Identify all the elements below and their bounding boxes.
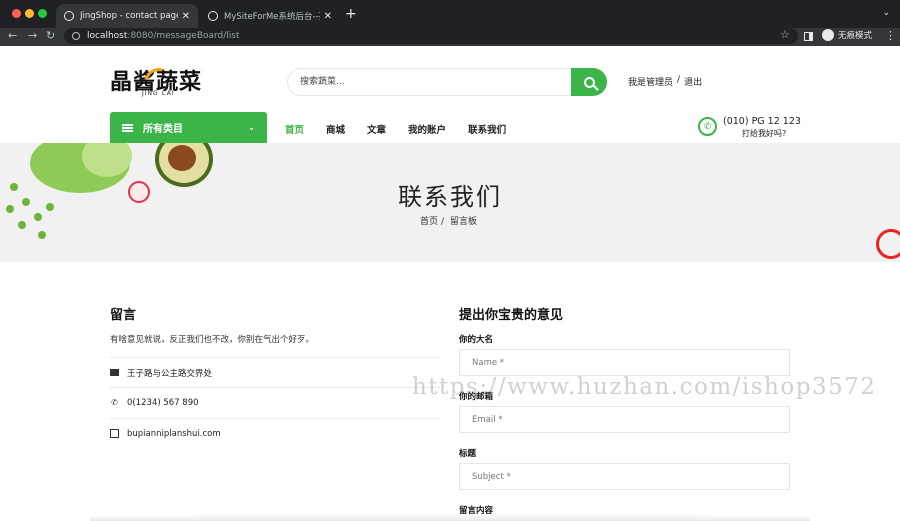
- admin-link[interactable]: 我是管理员: [628, 75, 673, 88]
- phone-text: 0(1234) 567 890: [127, 397, 199, 408]
- incognito-indicator[interactable]: 无痕模式: [822, 29, 872, 41]
- phone-icon: ✆: [111, 398, 118, 407]
- breadcrumb-home-link[interactable]: 首页: [420, 217, 438, 227]
- url-path: :8080/messageBoard/list: [127, 31, 240, 41]
- name-field[interactable]: [459, 349, 790, 376]
- chevron-down-icon: ⌄: [248, 123, 255, 132]
- subject-label: 标题: [459, 449, 477, 459]
- subject-field[interactable]: [459, 463, 790, 490]
- site-info-icon[interactable]: [72, 32, 80, 40]
- message-description: 有啥意见就说，反正我们也不改，你别在气出个好歹。: [110, 335, 315, 345]
- search-icon: [583, 76, 595, 88]
- breadcrumb: 首页 / 留言板: [0, 214, 900, 227]
- window-zoom-button[interactable]: [38, 9, 47, 18]
- logo-subtext: JING CAI: [142, 90, 175, 97]
- tab-title: MySiteForMe系统后台--孤独的: [224, 12, 320, 22]
- forward-button[interactable]: →: [28, 29, 37, 42]
- breadcrumb-separator: /: [440, 217, 445, 227]
- browser-menu-icon[interactable]: ⋮: [885, 29, 896, 42]
- watermark-text: https://www.huzhan.com/ishop3572: [412, 374, 877, 400]
- form-heading: 提出你宝贵的意见: [459, 308, 564, 323]
- breadcrumb-current: 留言板: [450, 217, 478, 227]
- browser-toolbar: ← → ↻ localhost :8080/messageBoard/list …: [0, 28, 900, 46]
- all-categories-button[interactable]: 所有类目 ⌄: [110, 112, 267, 143]
- incognito-label: 无痕模式: [838, 31, 873, 41]
- all-categories-label: 所有类目: [143, 124, 183, 135]
- browser-tab[interactable]: MySiteForMe系统后台--孤独的 ✕: [200, 4, 340, 28]
- house-icon: [110, 369, 119, 376]
- email-row: bupianniplanshui.com: [110, 418, 440, 448]
- address-text: 王子路与公主路交界处: [127, 368, 213, 379]
- nav-item-shop[interactable]: 商城: [326, 122, 345, 136]
- nav-item-account[interactable]: 我的账户: [408, 122, 446, 136]
- bookmark-star-icon[interactable]: ☆: [780, 28, 790, 41]
- user-links-separator: /: [677, 75, 681, 85]
- browser-tab-active[interactable]: JingShop - contact page ✕: [56, 4, 198, 28]
- site-logo[interactable]: 晶酱蔬菜 JING CAI: [110, 62, 202, 104]
- address-bar[interactable]: localhost :8080/messageBoard/list: [64, 28, 798, 44]
- search-button[interactable]: [571, 68, 607, 96]
- new-tab-button[interactable]: +: [345, 6, 357, 22]
- nav-item-home[interactable]: 首页: [285, 122, 304, 136]
- url-host: localhost: [87, 31, 128, 41]
- message-heading: 留言: [110, 308, 137, 323]
- back-button[interactable]: ←: [8, 29, 17, 42]
- hamburger-icon: [122, 123, 133, 132]
- window-minimize-button[interactable]: [25, 9, 34, 18]
- phone-subtitle: 打给我好吗?: [742, 129, 787, 138]
- logout-link[interactable]: 退出: [684, 75, 702, 88]
- tab-search-icon[interactable]: ⌄: [882, 8, 890, 18]
- phone-number: (010) PG 12 123: [723, 116, 801, 127]
- avocado-seed-image: [168, 145, 196, 171]
- bottom-shadow: [90, 514, 810, 521]
- address-row: 王子路与公主路交界处: [110, 357, 440, 387]
- mail-icon: [110, 429, 119, 438]
- name-label: 你的大名: [459, 335, 494, 345]
- page-title: 联系我们: [398, 183, 502, 211]
- nav-item-contact[interactable]: 联系我们: [468, 122, 506, 136]
- tab-close-icon[interactable]: ✕: [182, 11, 190, 22]
- reload-button[interactable]: ↻: [46, 29, 55, 42]
- browser-tab-bar: JingShop - contact page ✕ MySiteForMe系统后…: [0, 0, 900, 28]
- pea-image: [38, 231, 46, 239]
- globe-icon: [208, 11, 218, 21]
- search-input[interactable]: [300, 69, 560, 95]
- search-bar: [287, 68, 607, 96]
- nav-item-articles[interactable]: 文章: [367, 122, 386, 136]
- tab-title: JingShop - contact page: [80, 11, 178, 21]
- email-field[interactable]: [459, 406, 790, 433]
- incognito-icon: [822, 29, 834, 41]
- pepper-image: [876, 229, 900, 259]
- globe-icon: [64, 11, 74, 21]
- phone-row: ✆ 0(1234) 567 890: [110, 387, 440, 417]
- side-panel-icon[interactable]: [804, 32, 813, 41]
- page-banner: 联系我们 首页 / 留言板: [0, 143, 900, 262]
- main-nav: 首页 商城 文章 我的账户 联系我们: [285, 122, 528, 136]
- email-text: bupianniplanshui.com: [127, 428, 221, 439]
- window-close-button[interactable]: [12, 9, 21, 18]
- phone-call-icon: ✆: [698, 117, 717, 136]
- user-links: 我是管理员 / 退出: [628, 75, 702, 88]
- tab-close-icon[interactable]: ✕: [324, 11, 332, 22]
